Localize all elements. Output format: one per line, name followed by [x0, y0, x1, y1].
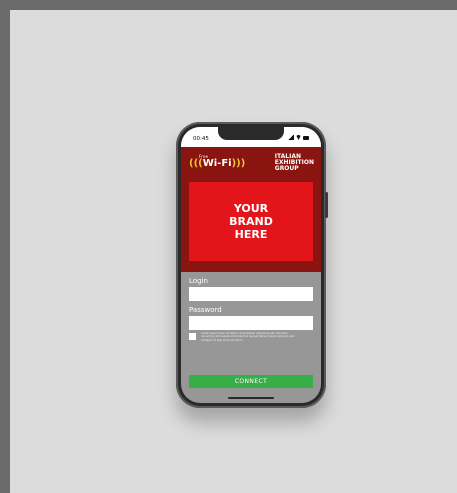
brand-placeholder: YOUR BRAND HERE — [189, 182, 313, 261]
consent-row: Lorem ipsum dolor sit amet, consectetuer… — [189, 332, 313, 342]
status-time: 00:45 — [193, 136, 209, 142]
canvas: 00:45 Free (((Wi-Fi))) ITALIAN EXHIBITIO… — [10, 10, 457, 493]
battery-icon — [303, 135, 309, 140]
consent-checkbox[interactable] — [189, 333, 196, 340]
brand-placeholder-text: YOUR BRAND HERE — [229, 202, 273, 241]
phone-mockup: 00:45 Free (((Wi-Fi))) ITALIAN EXHIBITIO… — [176, 122, 328, 408]
phone-screen: 00:45 Free (((Wi-Fi))) ITALIAN EXHIBITIO… — [181, 127, 321, 403]
consent-text: Lorem ipsum dolor sit amet, consectetuer… — [201, 332, 295, 342]
status-bar: 00:45 — [181, 127, 321, 147]
signal-icon — [288, 135, 294, 140]
org-line-3: GROUP — [274, 165, 299, 172]
side-button — [325, 192, 328, 218]
login-label: Login — [189, 277, 208, 285]
home-indicator — [228, 397, 274, 399]
status-icons — [288, 135, 309, 140]
wifi-icon — [296, 135, 301, 140]
password-input[interactable] — [189, 316, 313, 330]
organization-logo: ITALIAN EXHIBITION GROUP — [275, 154, 314, 172]
free-wifi-logo: Free (((Wi-Fi))) — [189, 154, 246, 169]
connect-button[interactable]: CONNECT — [189, 375, 313, 388]
wifi-logo-small: Free — [199, 154, 209, 159]
login-input[interactable] — [189, 287, 313, 301]
portal-header: Free (((Wi-Fi))) ITALIAN EXHIBITION GROU… — [181, 147, 321, 272]
password-label: Password — [189, 306, 222, 314]
login-form: Login Password — [189, 272, 313, 330]
phone-notch — [218, 127, 284, 140]
wifi-logo-main: Wi-Fi — [202, 158, 232, 169]
